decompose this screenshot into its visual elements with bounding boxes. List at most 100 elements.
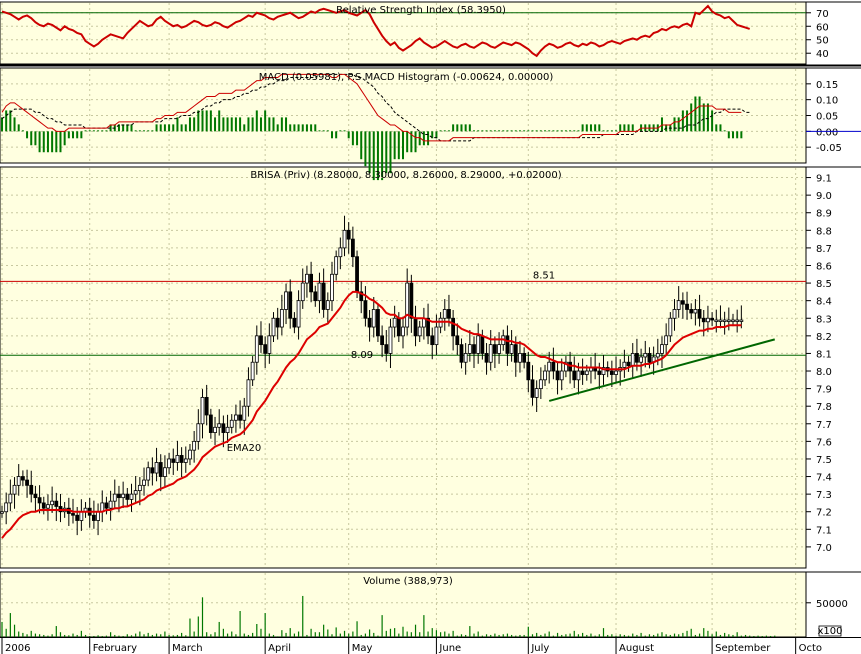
price-candle-body xyxy=(685,303,689,310)
price-candle-body xyxy=(91,514,96,521)
price-candle-body xyxy=(221,423,226,433)
price-candle-body xyxy=(208,414,213,433)
price-candle-body xyxy=(133,490,138,495)
price-candle-body xyxy=(296,300,301,328)
price-candle-body xyxy=(543,370,547,381)
price-candle-body xyxy=(129,493,134,500)
price-ytick-0: 9.1 xyxy=(816,174,832,185)
x-axis-label-7: August xyxy=(619,643,654,654)
price-candle-body xyxy=(12,484,17,495)
price-ytick-4: 8.7 xyxy=(816,244,832,255)
price-candle-body xyxy=(664,335,669,346)
price-candle-body xyxy=(714,319,719,322)
price-candle-body xyxy=(50,500,55,506)
price-candle-body xyxy=(534,388,539,398)
price-candle-body xyxy=(442,309,447,319)
volume-ytick-0: 50000 xyxy=(816,599,848,610)
price-candle-body xyxy=(484,353,489,363)
price-candle-body xyxy=(183,458,188,463)
price-candle-body xyxy=(693,309,698,314)
price-title: BRISA (Priv) (8.28000, 8.30000, 8.26000,… xyxy=(250,170,561,181)
price-candle-body xyxy=(158,462,163,477)
macd-ytick-1: 0.10 xyxy=(816,96,838,107)
price-candle-body xyxy=(430,335,435,346)
price-candle-body xyxy=(555,370,560,381)
price-candle-body xyxy=(41,502,46,509)
price-candle-body xyxy=(518,353,522,363)
price-ytick-13: 7.8 xyxy=(816,402,832,413)
price-candle-body xyxy=(108,500,113,509)
x-axis-label-9: Octo xyxy=(799,643,822,654)
ema20-label: EMA20 xyxy=(227,443,262,454)
x-axis-label-5: June xyxy=(438,643,461,654)
price-candle-body xyxy=(96,511,100,521)
price-ytick-20: 7.1 xyxy=(816,525,832,536)
price-candle-body xyxy=(559,370,564,381)
price-candle-body xyxy=(392,317,397,328)
price-ytick-15: 7.6 xyxy=(816,437,832,448)
price-candle-body xyxy=(125,493,130,500)
price-candle-body xyxy=(417,326,422,337)
price-candle-body xyxy=(626,361,631,367)
price-candle-body xyxy=(463,353,468,363)
price-candle-body xyxy=(576,370,581,381)
price-candle-body xyxy=(509,344,514,354)
price-ytick-2: 8.9 xyxy=(816,209,832,220)
price-candle-body xyxy=(505,335,510,354)
price-candle-body xyxy=(104,502,109,509)
price-candle-body xyxy=(300,282,305,302)
rsi-ytick-3: 40 xyxy=(816,49,829,60)
price-candle-body xyxy=(526,361,531,381)
price-candle-body xyxy=(33,493,38,499)
price-candle-body xyxy=(8,493,13,504)
price-candle-body xyxy=(204,396,209,416)
price-candle-body xyxy=(146,467,151,481)
price-ytick-18: 7.3 xyxy=(816,490,832,501)
price-ytick-17: 7.4 xyxy=(816,473,832,484)
price-candle-body xyxy=(254,335,259,363)
price-candle-body xyxy=(46,504,50,509)
price-candle-body xyxy=(413,317,418,337)
price-candle-body xyxy=(672,309,677,319)
price-candle-body xyxy=(246,379,251,407)
price-candle-body xyxy=(492,344,497,354)
price-candle-body xyxy=(275,317,280,328)
price-candle-body xyxy=(459,344,464,363)
x-axis-label-2: March xyxy=(172,643,202,654)
price-candle-body xyxy=(196,423,201,442)
price-candle-body xyxy=(376,309,380,337)
price-candle-body xyxy=(405,282,410,328)
price-candle-body xyxy=(330,273,334,302)
price-candle-body xyxy=(338,247,343,258)
chart-canvas: 2006 February March April May June July August S… xyxy=(0,0,861,654)
price-candle-body xyxy=(451,317,456,337)
price-candle-body xyxy=(706,317,710,323)
price-ytick-7: 8.4 xyxy=(816,297,832,308)
price-candle-body xyxy=(117,493,121,499)
price-candle-body xyxy=(192,440,197,451)
price-candle-body xyxy=(279,309,284,328)
price-candle-body xyxy=(580,370,585,375)
price-candle-body xyxy=(137,484,142,492)
macd-ytick-3: 0.00 xyxy=(816,127,838,138)
price-candle-body xyxy=(238,414,242,421)
price-candle-body xyxy=(409,282,414,319)
macd-ytick-4: -0.05 xyxy=(816,143,842,154)
price-candle-body xyxy=(167,458,171,469)
price-candle-body xyxy=(313,291,318,302)
price-candle-body xyxy=(150,467,155,474)
price-candle-body xyxy=(622,361,627,368)
price-candle-body xyxy=(697,309,702,319)
price-candle-body xyxy=(342,229,347,249)
price-candle-body xyxy=(363,300,368,319)
price-candle-body xyxy=(142,479,146,486)
price-candle-body xyxy=(217,423,222,428)
price-candle-body xyxy=(179,455,184,463)
price-candle-body xyxy=(234,414,238,421)
rsi-ytick-1: 60 xyxy=(816,22,829,33)
price-candle-body xyxy=(112,493,117,502)
x-axis-label-1: February xyxy=(93,643,137,654)
price-candle-body xyxy=(188,449,192,460)
price-candle-body xyxy=(467,344,472,354)
x-axis-label-4: May xyxy=(352,643,373,654)
